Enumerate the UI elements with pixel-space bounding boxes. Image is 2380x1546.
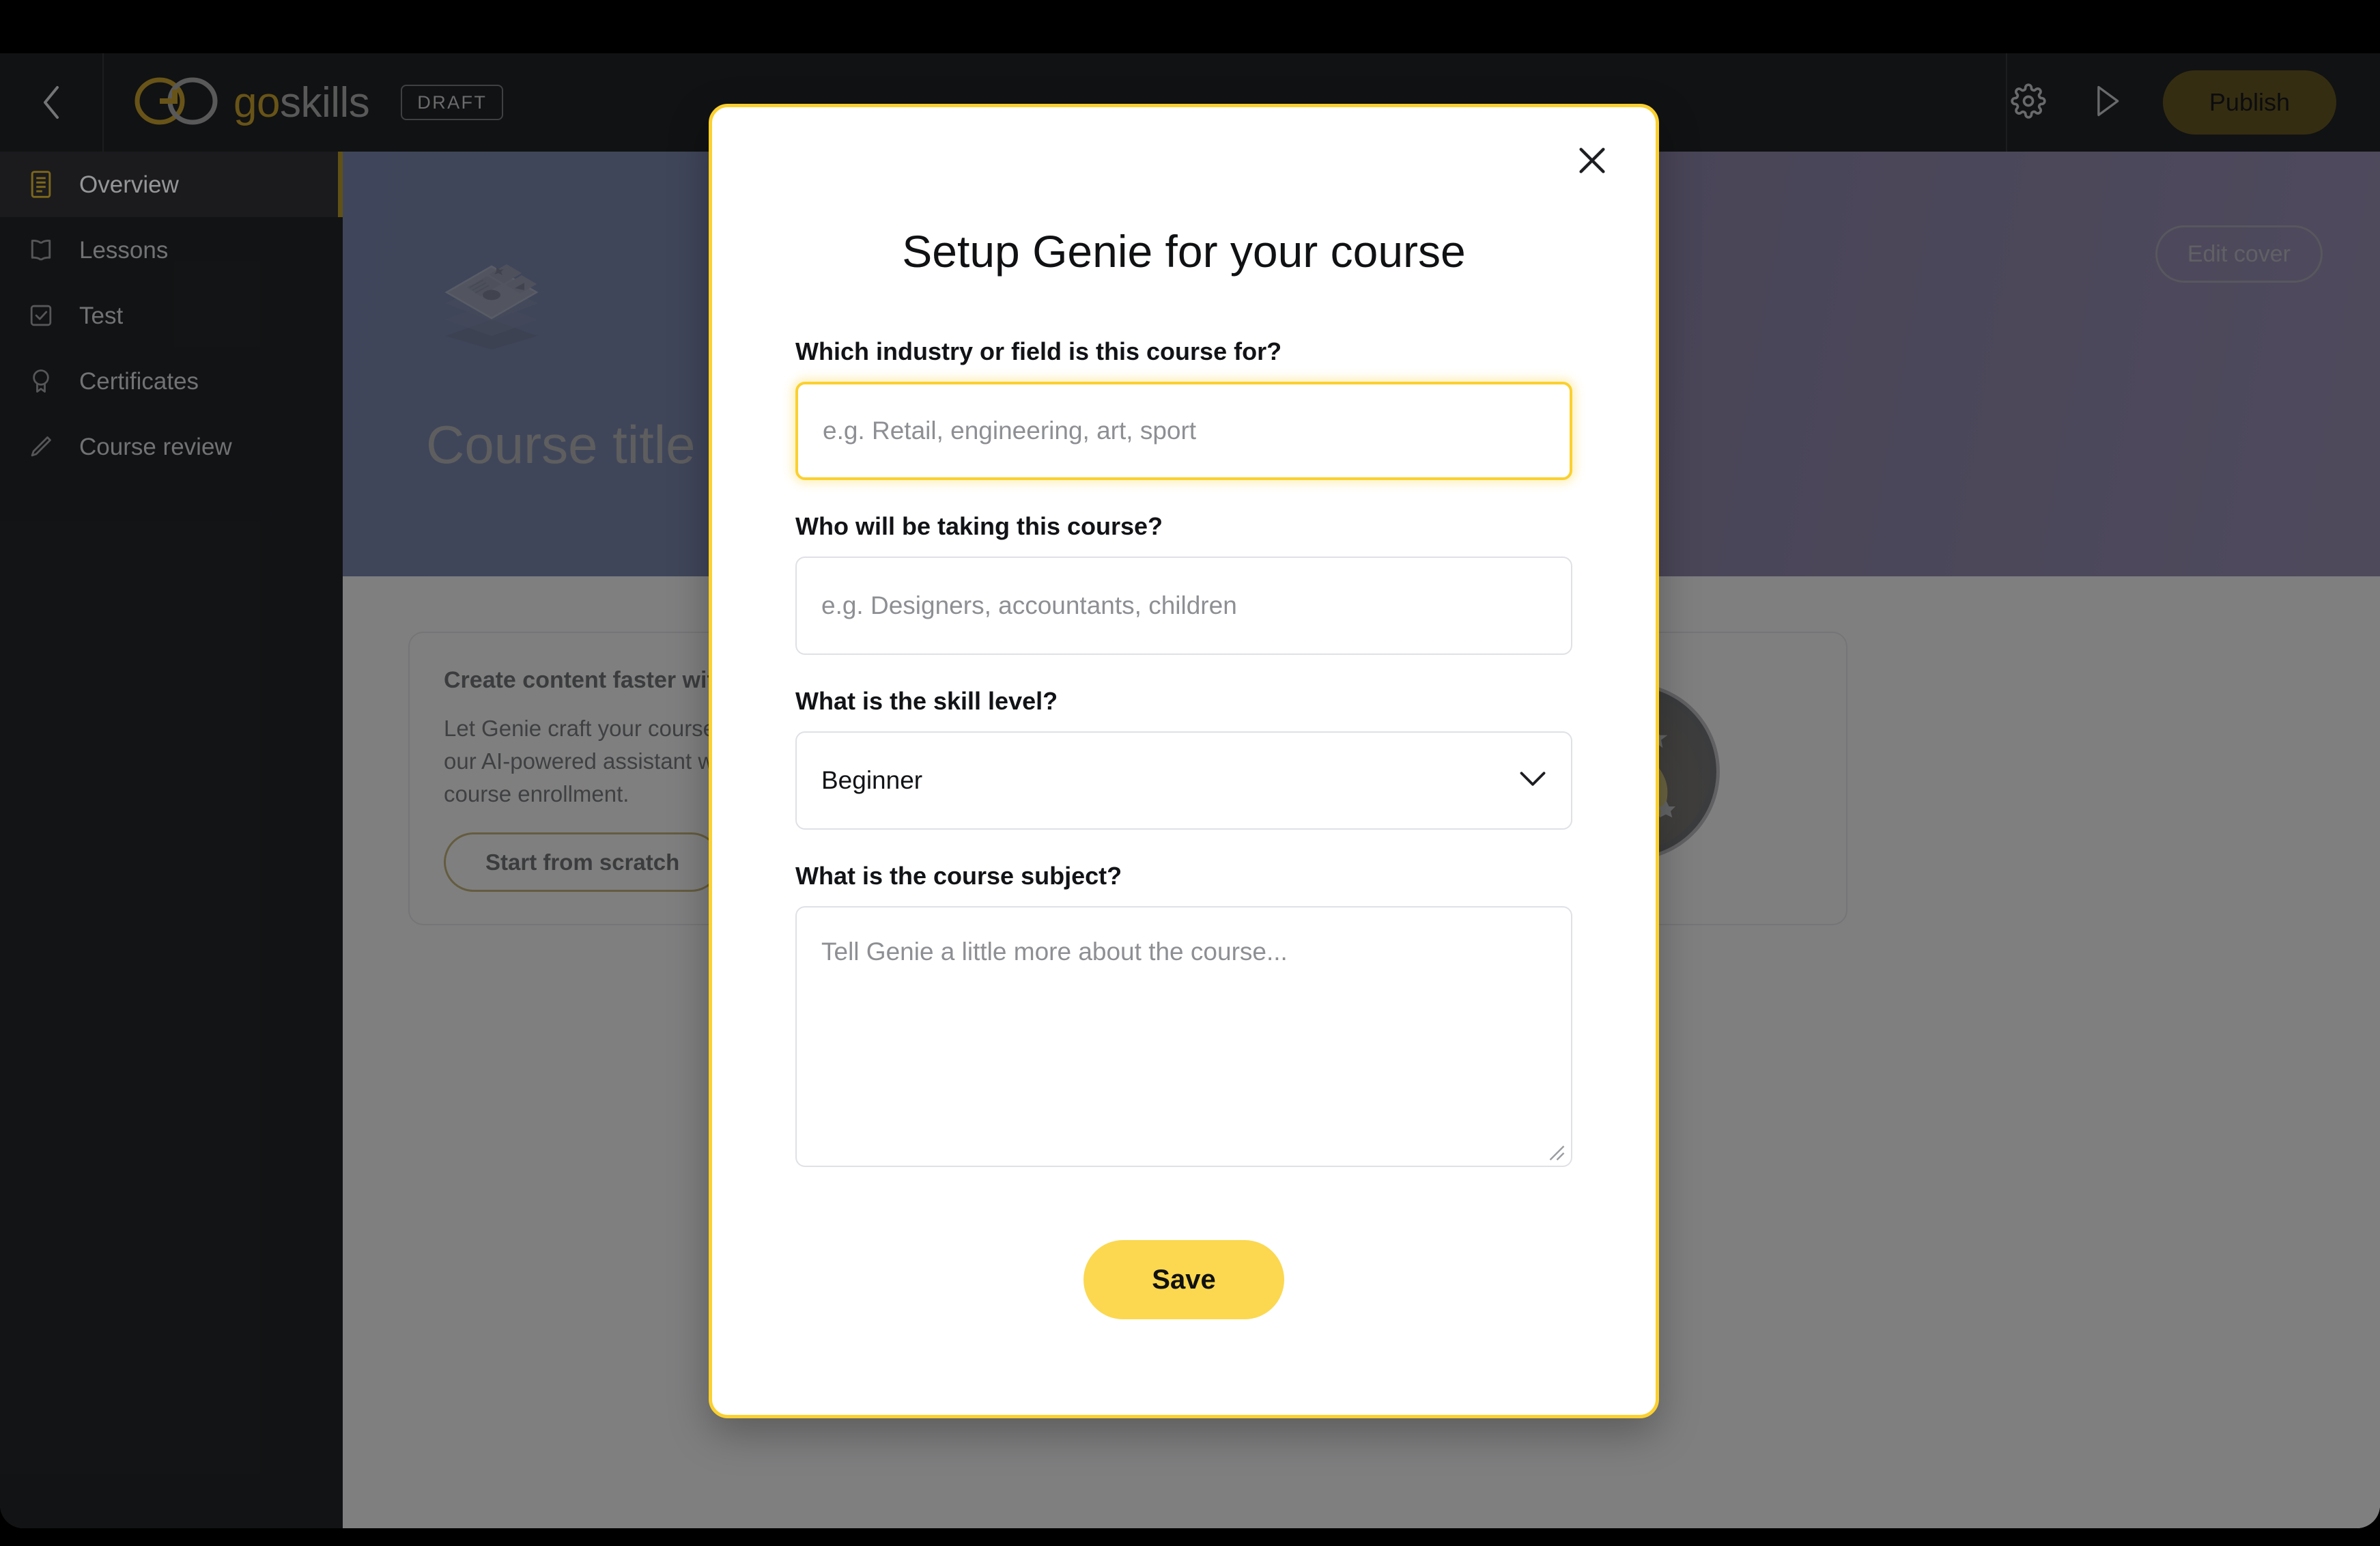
preview-button[interactable] xyxy=(2085,81,2127,124)
brand-area: goskills DRAFT xyxy=(104,53,504,152)
settings-button[interactable] xyxy=(2007,81,2050,124)
pencil-icon xyxy=(26,432,56,462)
goskills-infinity-logo-icon xyxy=(132,76,221,130)
sidebar-item-label: Certificates xyxy=(79,367,199,395)
skill-level-value: Beginner xyxy=(821,766,923,794)
goskills-wordmark: goskills xyxy=(233,79,370,127)
document-lines-icon xyxy=(26,169,56,199)
modal-form: Which industry or field is this course f… xyxy=(712,339,1656,1167)
play-triangle-icon xyxy=(2091,83,2122,122)
sidebar-item-label: Overview xyxy=(79,171,179,198)
skill-level-select[interactable]: Beginner xyxy=(795,731,1572,830)
field-label: Which industry or field is this course f… xyxy=(795,337,1282,365)
sidebar-item-certificates[interactable]: Certificates xyxy=(0,348,343,414)
sidebar-item-label: Lessons xyxy=(79,236,169,264)
close-x-icon xyxy=(1573,141,1611,182)
close-button[interactable] xyxy=(1567,136,1617,186)
topbar-actions: Publish xyxy=(2007,53,2380,152)
wordmark-skills: skills xyxy=(279,79,370,126)
field-subject: What is the course subject? Tell Genie a… xyxy=(795,864,1572,1167)
save-button[interactable]: Save xyxy=(1083,1240,1284,1319)
subject-placeholder: Tell Genie a little more about the cours… xyxy=(821,938,1288,966)
back-button[interactable] xyxy=(0,53,102,152)
subject-textarea[interactable]: Tell Genie a little more about the cours… xyxy=(795,906,1572,1167)
industry-input[interactable] xyxy=(795,382,1572,480)
chevron-left-icon xyxy=(40,83,63,122)
checkbox-check-icon xyxy=(26,300,56,331)
sidebar: Overview Lessons Test Certificates Cours… xyxy=(0,152,343,1528)
field-label: What is the course subject? xyxy=(795,862,1122,890)
field-industry: Which industry or field is this course f… xyxy=(795,339,1572,480)
sidebar-item-label: Course review xyxy=(79,433,232,460)
modal-footer: Save xyxy=(712,1240,1656,1319)
gear-icon xyxy=(2011,83,2046,122)
status-badge: DRAFT xyxy=(401,85,504,120)
sidebar-item-lessons[interactable]: Lessons xyxy=(0,217,343,283)
modal-title: Setup Genie for your course xyxy=(902,226,1466,277)
field-label: Who will be taking this course? xyxy=(795,512,1163,540)
setup-genie-modal: Setup Genie for your course Which indust… xyxy=(709,104,1659,1418)
award-ribbon-icon xyxy=(26,366,56,396)
application-window: goskills DRAFT Publish Overview Lessons … xyxy=(0,53,2380,1528)
sidebar-item-label: Test xyxy=(79,302,124,329)
wordmark-go: go xyxy=(233,79,280,126)
sidebar-item-overview[interactable]: Overview xyxy=(0,152,343,217)
goskills-logo[interactable]: goskills xyxy=(132,76,370,130)
field-audience: Who will be taking this course? xyxy=(795,514,1572,655)
field-label: What is the skill level? xyxy=(795,687,1058,715)
resize-handle-icon[interactable] xyxy=(1545,1141,1566,1162)
open-book-icon xyxy=(26,235,56,265)
publish-button[interactable]: Publish xyxy=(2162,70,2336,135)
field-skill-level: What is the skill level? Beginner xyxy=(795,689,1572,830)
sidebar-item-course-review[interactable]: Course review xyxy=(0,414,343,479)
sidebar-item-test[interactable]: Test xyxy=(0,283,343,348)
audience-input[interactable] xyxy=(795,557,1572,655)
skill-level-select-wrap: Beginner xyxy=(795,731,1572,830)
